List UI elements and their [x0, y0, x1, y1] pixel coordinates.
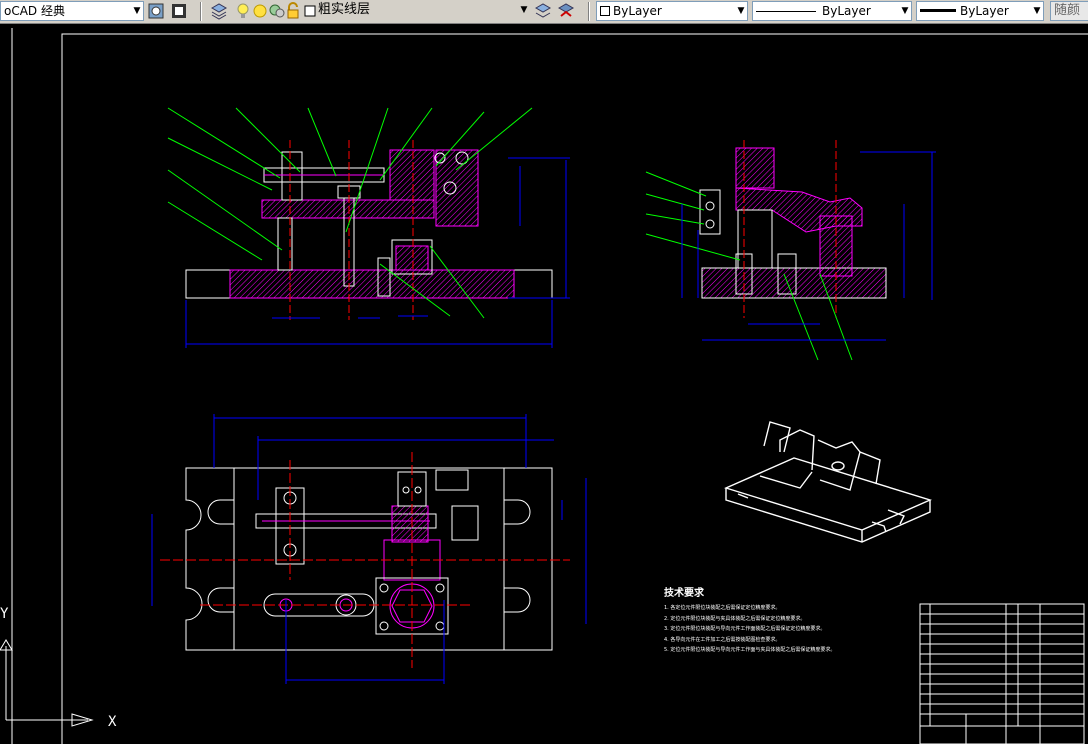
- chevron-down-icon: ▼: [1031, 2, 1043, 20]
- customize-icon[interactable]: [170, 2, 188, 20]
- title-block: [919, 603, 1085, 744]
- workspace-settings-icon[interactable]: [147, 2, 165, 20]
- drawing-svg: [0, 28, 1088, 744]
- lock-viewport-icon[interactable]: [268, 2, 286, 20]
- toolbar-separator: [200, 2, 202, 21]
- side-view: [645, 140, 936, 361]
- toolbar: oCAD 经典 ▼ 粗实线层 ▼ ByLayer ▼ ByLayer ▼ ByL…: [0, 0, 1088, 24]
- color-dropdown[interactable]: ByLayer ▼: [596, 1, 748, 21]
- lightbulb-icon[interactable]: [234, 2, 252, 20]
- color-swatch-icon: [600, 6, 610, 16]
- tech-note: 3. 定位元件限位块装配与导向元件工作面装配之后需保证定位精度要求。: [664, 626, 826, 632]
- tech-note: 1. 各定位元件限位块装配之后需保证定位精度要求。: [664, 605, 781, 611]
- drawing-canvas[interactable]: 技术要求 1. 各定位元件限位块装配之后需保证定位精度要求。 2. 定位元件限位…: [0, 24, 1088, 744]
- drawing-border: [61, 33, 1088, 744]
- linetype-dropdown[interactable]: ByLayer ▼: [752, 1, 912, 21]
- layer-previous-icon[interactable]: [557, 2, 575, 20]
- lineweight-dropdown[interactable]: ByLayer ▼: [916, 1, 1044, 21]
- ucs-icon: [0, 639, 94, 727]
- tech-note: 5. 定位元件限位块装配与导向元件工作面与夹具体装配之后需保证精度要求。: [664, 647, 836, 653]
- plotstyle-value: 随颜: [1054, 3, 1081, 18]
- linetype-value: ByLayer: [822, 4, 871, 18]
- front-view: [167, 107, 570, 348]
- chevron-down-icon: ▼: [899, 2, 911, 20]
- top-view: [151, 414, 587, 684]
- toolbar-separator: [588, 2, 590, 21]
- ucs-y-label: Y: [0, 606, 9, 622]
- tech-note: 2. 定位元件限位块装配与夹具体装配之后需保证定位精度要求。: [664, 615, 806, 622]
- color-value: ByLayer: [613, 4, 662, 18]
- lineweight-value: ByLayer: [960, 4, 1009, 18]
- ucs-x-label: X: [108, 714, 117, 730]
- make-current-layer-icon[interactable]: [534, 2, 552, 20]
- chevron-down-icon: ▼: [520, 5, 528, 15]
- linetype-sample-icon: [756, 11, 816, 12]
- layer-name: 粗实线层: [318, 2, 371, 17]
- layer-dropdown[interactable]: 粗实线层 ▼: [315, 1, 530, 21]
- chevron-down-icon: ▼: [735, 2, 747, 20]
- chevron-down-icon: ▼: [131, 2, 143, 20]
- lineweight-sample-icon: [920, 9, 956, 12]
- plotstyle-dropdown[interactable]: 随颜: [1050, 1, 1088, 21]
- tech-note: 4. 各导向元件在工件加工之后需按装配图检查要求。: [664, 636, 781, 643]
- layer-manager-icon[interactable]: [210, 2, 228, 20]
- workspace-dropdown[interactable]: oCAD 经典 ▼: [0, 1, 144, 21]
- isometric-view: [724, 421, 932, 543]
- technical-requirements: 技术要求 1. 各定位元件限位块装配之后需保证定位精度要求。 2. 定位元件限位…: [664, 584, 835, 656]
- sun-icon[interactable]: [251, 2, 269, 20]
- tech-title: 技术要求: [664, 588, 704, 599]
- workspace-label: oCAD 经典: [4, 4, 65, 18]
